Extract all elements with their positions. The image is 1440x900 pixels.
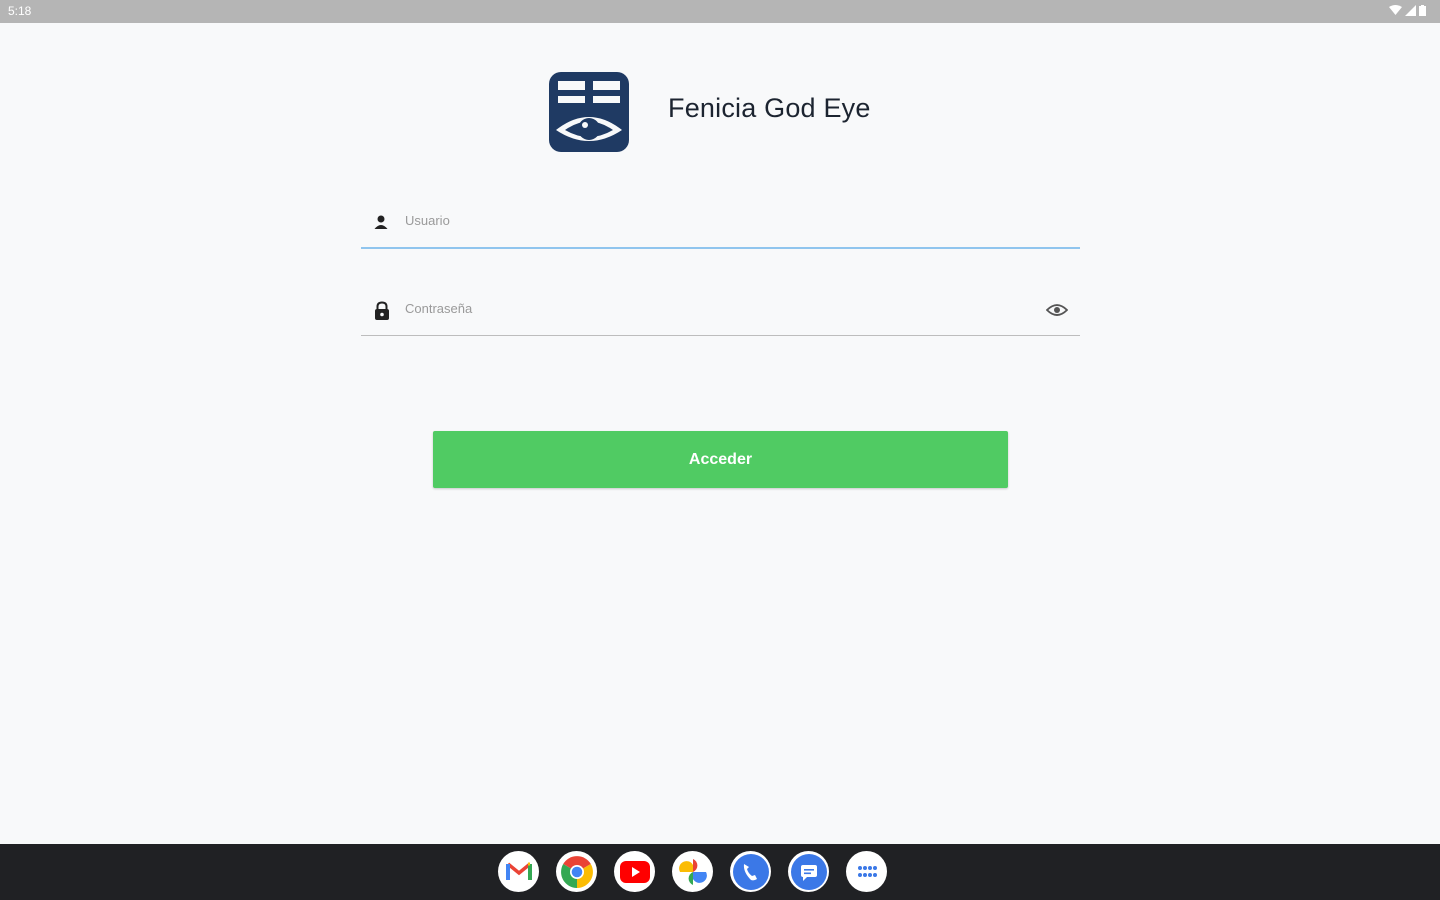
status-system-icons: [1389, 5, 1426, 16]
status-bar: 5:18: [0, 0, 1440, 23]
app-dock: [498, 851, 887, 892]
chrome-icon[interactable]: [556, 851, 597, 892]
password-placeholder: Contraseña: [405, 301, 473, 316]
username-placeholder: Usuario: [405, 213, 450, 228]
lock-icon: [373, 301, 391, 326]
login-button[interactable]: Acceder: [433, 431, 1008, 488]
wifi-icon: [1389, 5, 1402, 16]
toggle-password-visibility-icon[interactable]: [1045, 303, 1069, 322]
battery-icon: [1419, 5, 1426, 16]
login-button-label: Acceder: [688, 450, 753, 468]
login-screen: Fenicia God Eye Usuario Contraseña Acced…: [0, 23, 1440, 844]
gmail-icon[interactable]: [498, 851, 539, 892]
messages-icon[interactable]: [788, 851, 829, 892]
app-logo-icon: [545, 68, 633, 156]
youtube-icon[interactable]: [614, 851, 655, 892]
google-photos-icon[interactable]: [672, 851, 713, 892]
person-icon: [373, 214, 389, 235]
cellular-signal-icon: [1405, 5, 1416, 16]
username-field[interactable]: Usuario: [361, 201, 1080, 249]
status-time: 5:18: [8, 4, 32, 18]
app-drawer-icon[interactable]: [846, 851, 887, 892]
taskbar: [0, 844, 1440, 900]
app-title: Fenicia God Eye: [668, 93, 871, 123]
password-field[interactable]: Contraseña: [361, 289, 1080, 336]
phone-icon[interactable]: [730, 851, 771, 892]
